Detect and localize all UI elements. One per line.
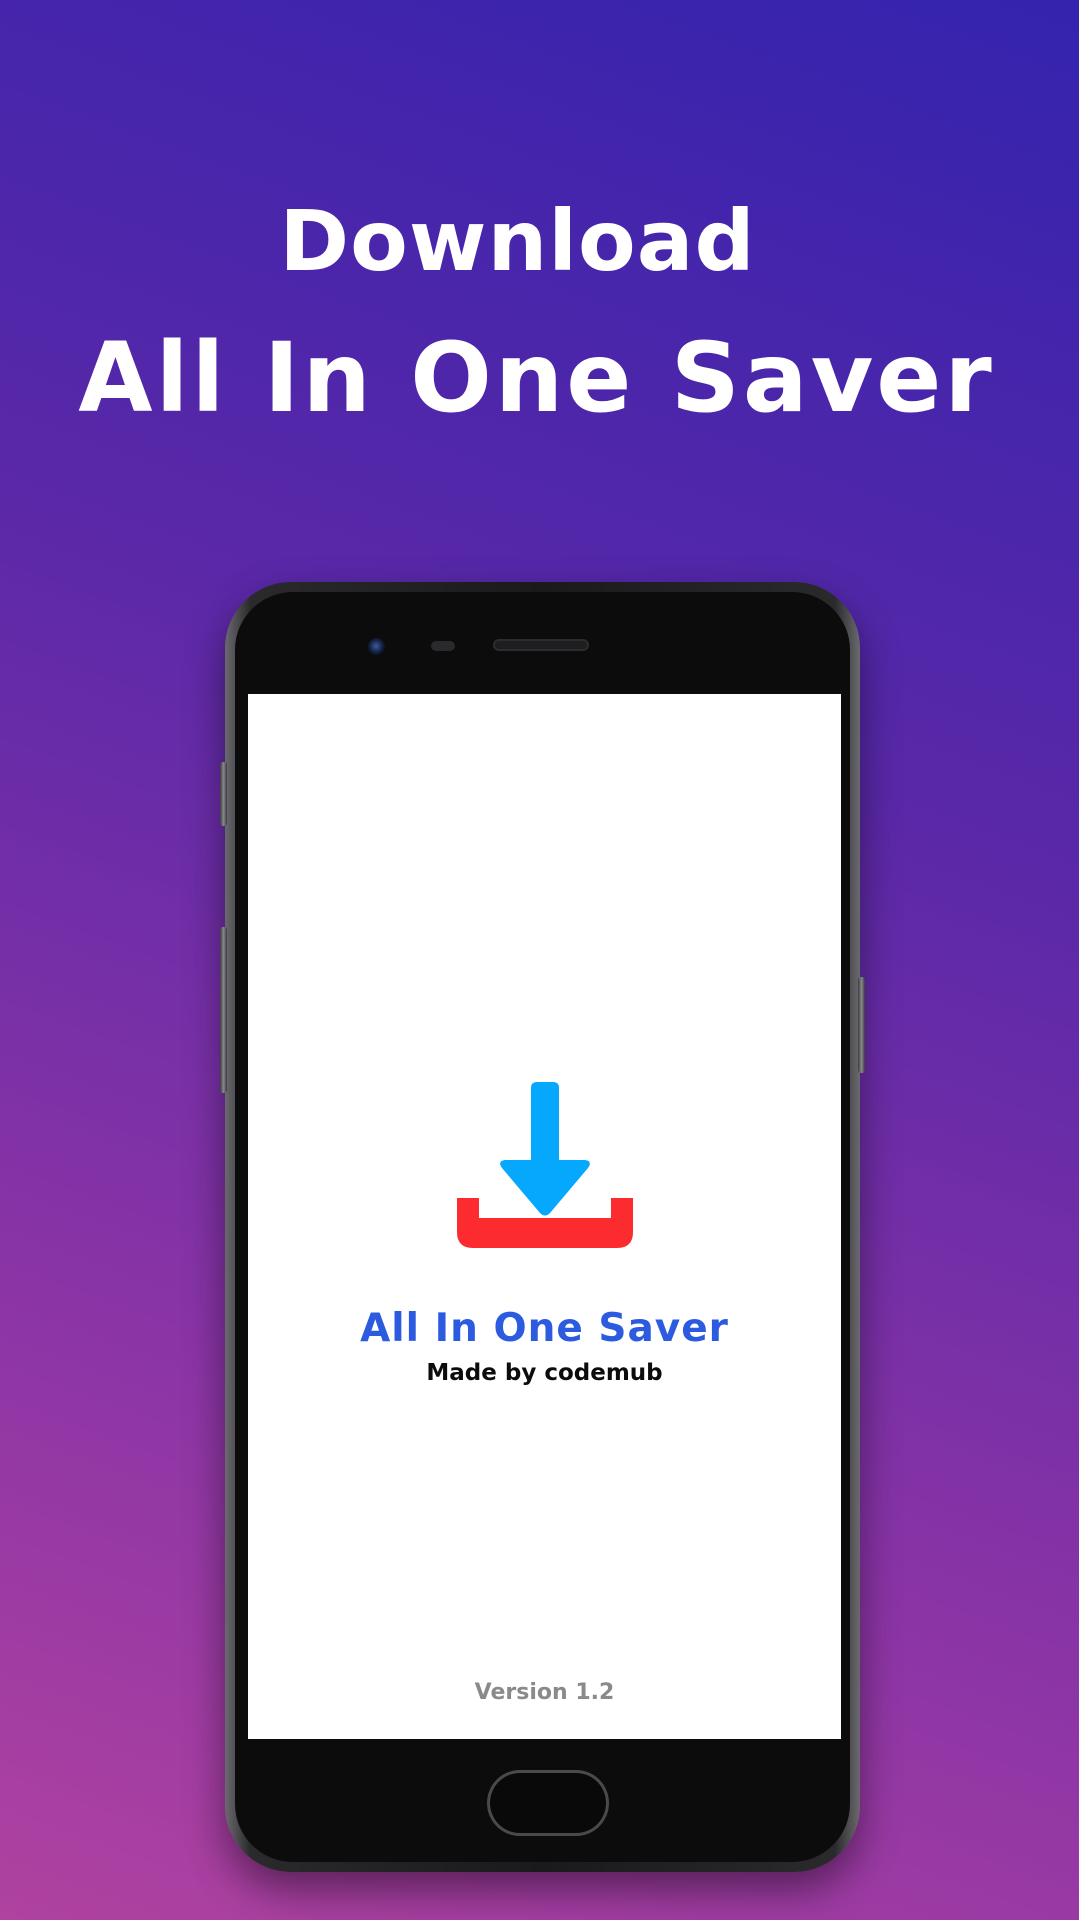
promo-headline-download: Download (279, 192, 756, 290)
home-button[interactable] (490, 1773, 606, 1833)
splash-screen: All In One Saver Made by codemub Version… (248, 694, 841, 1739)
front-camera-icon (368, 638, 386, 656)
volume-down-button (220, 927, 227, 1093)
proximity-sensor (431, 641, 455, 651)
earpiece-speaker (493, 639, 589, 651)
app-name: All In One Saver (360, 1306, 729, 1351)
version-label: Version 1.2 (474, 1680, 615, 1705)
promo-headline-app-name: All In One Saver (78, 322, 995, 434)
download-tray-icon (457, 1082, 633, 1248)
volume-up-button (220, 762, 227, 826)
arrow-shape (500, 1082, 590, 1216)
power-button (858, 977, 865, 1073)
author-credit: Made by codemub (426, 1360, 663, 1386)
